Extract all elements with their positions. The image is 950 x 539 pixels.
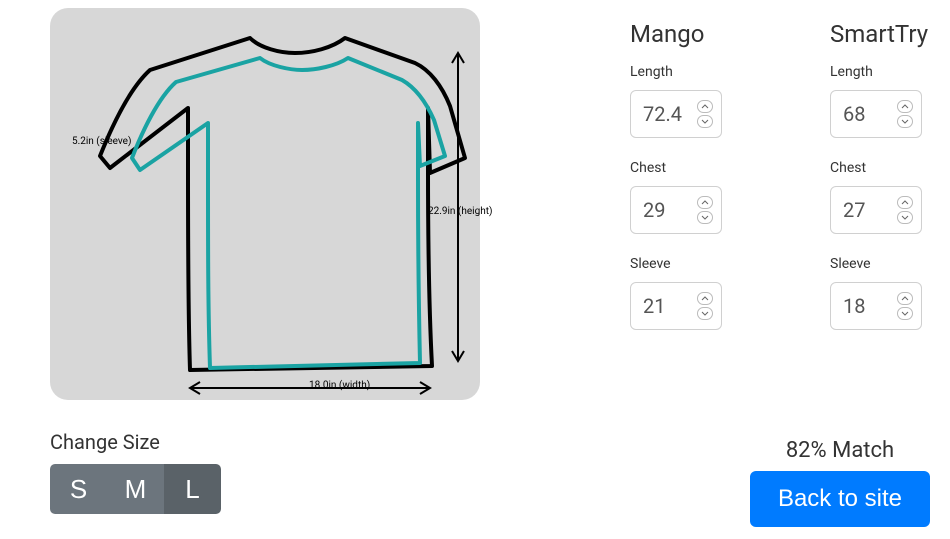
brand-title-smarttry: SmartTry <box>830 20 950 48</box>
size-button-group: S M L <box>50 464 221 514</box>
mango-length-spinner <box>697 100 713 128</box>
chevron-up-icon <box>701 296 709 301</box>
mango-chest-label: Chest <box>630 160 790 176</box>
chevron-down-icon <box>901 119 909 124</box>
smarttry-length-up[interactable] <box>897 100 913 113</box>
chevron-up-icon <box>701 200 709 205</box>
smarttry-chest-down[interactable] <box>897 211 913 224</box>
change-size-section: Change Size S M L <box>50 430 480 514</box>
chevron-down-icon <box>701 215 709 220</box>
smarttry-length-field[interactable]: 68 <box>830 90 922 138</box>
size-button-s[interactable]: S <box>50 464 107 514</box>
smarttry-length-value: 68 <box>843 102 865 126</box>
brand-title-mango: Mango <box>630 20 790 48</box>
footer-right: 82% Match Back to site <box>750 438 930 527</box>
match-percentage: 82% Match <box>750 438 930 463</box>
chevron-down-icon <box>901 215 909 220</box>
smarttry-length-down[interactable] <box>897 115 913 128</box>
mango-sleeve-spinner <box>697 292 713 320</box>
mango-sleeve-label: Sleeve <box>630 256 790 272</box>
mango-chest-value: 29 <box>643 198 665 222</box>
smarttry-sleeve-up[interactable] <box>897 292 913 305</box>
width-label: 18.0in (width) <box>309 380 370 391</box>
mango-sleeve-down[interactable] <box>697 307 713 320</box>
mango-length-label: Length <box>630 64 790 80</box>
mango-sleeve-up[interactable] <box>697 292 713 305</box>
mango-chest-down[interactable] <box>697 211 713 224</box>
smarttry-chest-spinner <box>897 196 913 224</box>
brand-column-smarttry: SmartTry Length 68 Chest 27 <box>830 20 950 352</box>
mango-length-up[interactable] <box>697 100 713 113</box>
smarttry-sleeve-spinner <box>897 292 913 320</box>
size-button-m[interactable]: M <box>107 464 164 514</box>
change-size-title: Change Size <box>50 430 480 454</box>
mango-length-value: 72.4 <box>643 102 682 126</box>
mango-chest-spinner <box>697 196 713 224</box>
smarttry-sleeve-label: Sleeve <box>830 256 950 272</box>
height-label: 22.9in (height) <box>428 206 492 217</box>
mango-sleeve-field[interactable]: 21 <box>630 282 722 330</box>
smarttry-length-spinner <box>897 100 913 128</box>
mango-chest-up[interactable] <box>697 196 713 209</box>
sleeve-label: 5.2in (sleeve) <box>72 136 131 147</box>
chevron-down-icon <box>701 119 709 124</box>
chevron-up-icon <box>901 104 909 109</box>
brand-column-mango: Mango Length 72.4 Chest 29 <box>630 20 790 352</box>
size-diagram: 5.2in (sleeve) 22.9in (height) 18.0in (w… <box>50 8 480 400</box>
mango-length-field[interactable]: 72.4 <box>630 90 722 138</box>
chevron-up-icon <box>901 296 909 301</box>
mango-chest-field[interactable]: 29 <box>630 186 722 234</box>
smarttry-sleeve-value: 18 <box>843 294 865 318</box>
chevron-up-icon <box>901 200 909 205</box>
shirt-smarttry-outline <box>132 58 445 368</box>
smarttry-chest-label: Chest <box>830 160 950 176</box>
smarttry-sleeve-down[interactable] <box>897 307 913 320</box>
smarttry-chest-up[interactable] <box>897 196 913 209</box>
size-button-l[interactable]: L <box>164 464 221 514</box>
smarttry-sleeve-field[interactable]: 18 <box>830 282 922 330</box>
tshirt-svg <box>50 8 480 400</box>
mango-sleeve-value: 21 <box>643 294 665 318</box>
smarttry-length-label: Length <box>830 64 950 80</box>
chevron-down-icon <box>701 311 709 316</box>
smarttry-chest-field[interactable]: 27 <box>830 186 922 234</box>
chevron-up-icon <box>701 104 709 109</box>
back-to-site-button[interactable]: Back to site <box>750 471 930 527</box>
mango-length-down[interactable] <box>697 115 713 128</box>
smarttry-chest-value: 27 <box>843 198 865 222</box>
chevron-down-icon <box>901 311 909 316</box>
